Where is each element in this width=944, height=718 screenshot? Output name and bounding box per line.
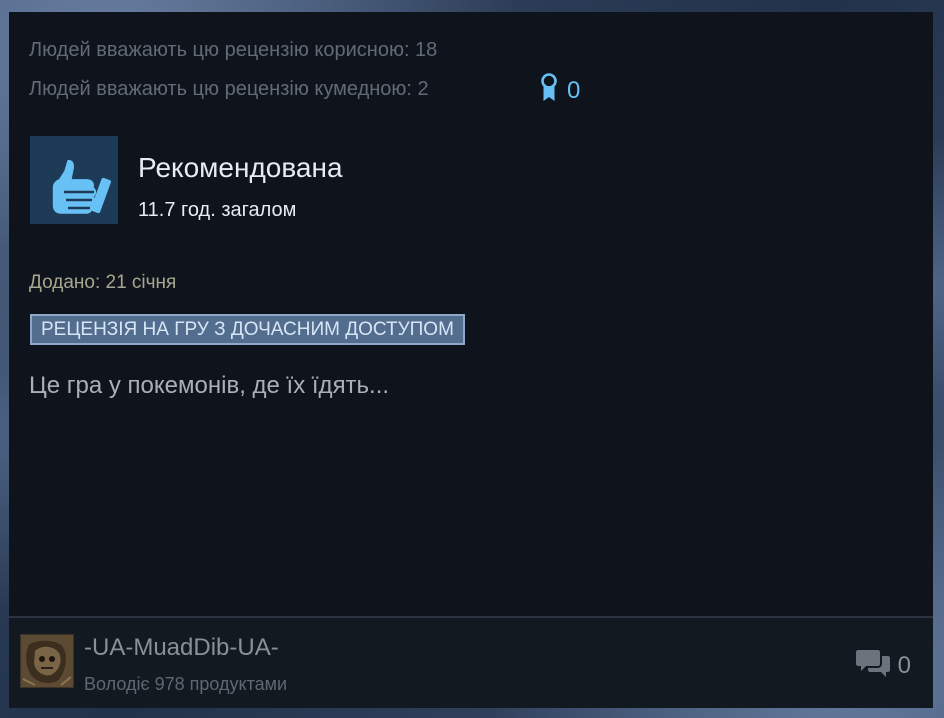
- hours-played: 11.7 год. загалом: [138, 199, 297, 221]
- posted-date: Додано: 21 січня: [29, 272, 177, 293]
- author-products: Володіє 978 продуктами: [84, 674, 288, 694]
- avatar[interactable]: [20, 634, 74, 688]
- comments-icon: [855, 648, 890, 683]
- author-name[interactable]: -UA-MuadDib-UA-: [84, 634, 279, 662]
- early-access-badge: РЕЦЕНЗІЯ НА ГРУ З ДОЧАСНИМ ДОСТУПОМ: [30, 314, 465, 345]
- author-footer: -UA-MuadDib-UA- Володіє 978 продуктами 0: [9, 618, 933, 708]
- award-ribbon-icon: [539, 72, 559, 109]
- helpful-count: Людей вважають цю рецензію корисною: 18: [29, 39, 438, 61]
- funny-count: Людей вважають цю рецензію кумедною: 2: [29, 78, 429, 100]
- awards-count: 0: [567, 76, 581, 104]
- thumbs-up-icon: [30, 136, 118, 224]
- review-card: Людей вважають цю рецензію корисною: 18 …: [9, 12, 933, 708]
- recommendation-title[interactable]: Рекомендована: [138, 152, 343, 184]
- awards[interactable]: 0: [539, 72, 580, 109]
- comments-button[interactable]: 0: [855, 648, 911, 683]
- review-text: Це гра у покемонів, де їх їдять...: [29, 372, 390, 399]
- comments-count: 0: [897, 651, 911, 679]
